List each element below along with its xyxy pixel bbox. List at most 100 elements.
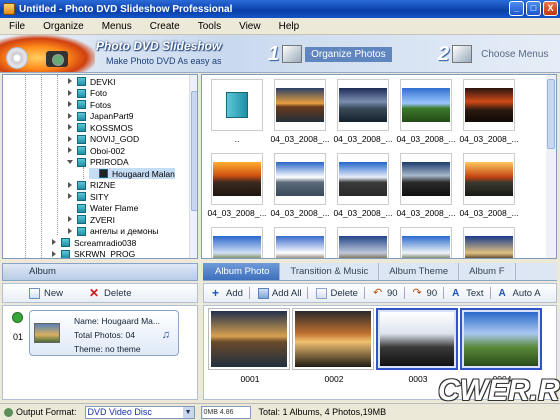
- expand-arrow-icon[interactable]: [51, 239, 58, 246]
- maximize-button[interactable]: □: [526, 1, 541, 16]
- delete-photo-button[interactable]: Delete: [316, 287, 358, 299]
- menu-menus[interactable]: Menus: [93, 21, 141, 32]
- rotate-left-button[interactable]: ↶ 90: [373, 287, 398, 299]
- expand-arrow-icon[interactable]: [67, 147, 74, 154]
- scroll-thumb[interactable]: [547, 79, 555, 149]
- album-toolbar: New ✕ Delete: [2, 283, 198, 303]
- expand-arrow-icon[interactable]: [67, 124, 74, 131]
- photo-thumbnail[interactable]: 04_03_2008_...: [206, 153, 268, 223]
- photo-thumbnail[interactable]: 04_03_2008_...: [395, 79, 457, 149]
- album-row[interactable]: 01 Name: Hougaard Ma... Total Photos: 04…: [3, 308, 197, 356]
- collapse-arrow-icon[interactable]: [67, 159, 74, 166]
- tree-node[interactable]: ангелы и демоны: [67, 226, 158, 237]
- photo-thumbnail[interactable]: [206, 227, 268, 258]
- album-card[interactable]: Name: Hougaard Ma... Total Photos: 04 Th…: [29, 310, 179, 356]
- album-thumbnail: [34, 323, 60, 343]
- expand-arrow-icon[interactable]: [67, 216, 74, 223]
- menu-help[interactable]: Help: [270, 21, 309, 32]
- tree-node[interactable]: SITY: [67, 191, 109, 202]
- auto-adjust-button[interactable]: A Auto A: [499, 288, 541, 299]
- folder-icon: [77, 88, 86, 98]
- photo-thumbnail[interactable]: 04_03_2008_...: [332, 153, 394, 223]
- photo-thumbnail[interactable]: [332, 227, 394, 258]
- photo-thumbnail[interactable]: [269, 227, 331, 258]
- expand-arrow-icon[interactable]: [67, 181, 74, 189]
- photo-thumbnail[interactable]: 04_03_2008_...: [269, 79, 331, 149]
- tree-node-label: ангелы и демоны: [90, 226, 159, 236]
- thumbnail-frame: [274, 153, 326, 205]
- expand-arrow-icon[interactable]: [67, 78, 74, 85]
- tab-album-more[interactable]: Album F: [459, 263, 516, 280]
- output-format-select[interactable]: DVD Video Disc ▼: [84, 405, 195, 419]
- tree-node-label: Fotos: [90, 99, 112, 110]
- menu-file[interactable]: File: [0, 21, 34, 32]
- tree-node-label: SITY: [90, 191, 109, 202]
- expand-arrow-icon[interactable]: [67, 112, 74, 120]
- tree-node[interactable]: JapanPart9: [67, 111, 133, 122]
- tab-album[interactable]: Album: [2, 263, 198, 281]
- tree-node[interactable]: Oboi-002: [67, 145, 125, 156]
- expand-arrow-icon[interactable]: [51, 250, 58, 258]
- photo-frame: [460, 308, 542, 370]
- camera-icon: [46, 51, 68, 67]
- tree-node[interactable]: Foto: [67, 88, 107, 99]
- tab-album-theme[interactable]: Album Theme: [379, 263, 460, 280]
- tree-node[interactable]: DEVKI: [67, 76, 116, 87]
- tree-node[interactable]: Hougaard Malan: [89, 168, 175, 179]
- tree-scrollbar[interactable]: [189, 75, 197, 258]
- expand-arrow-icon[interactable]: [67, 101, 74, 108]
- text-button[interactable]: A Text: [452, 288, 483, 299]
- expand-arrow-icon[interactable]: [67, 89, 74, 97]
- parent-folder-item[interactable]: ..: [206, 79, 268, 149]
- expand-arrow-icon[interactable]: [67, 135, 74, 143]
- folder-icon: [77, 215, 86, 224]
- tree-node[interactable]: Water Flame: [67, 203, 138, 214]
- play-icon[interactable]: [12, 312, 23, 323]
- grid-scrollbar[interactable]: [546, 75, 556, 258]
- tree-node[interactable]: ZVERI: [67, 214, 115, 225]
- add-all-label: Add All: [271, 287, 302, 299]
- menu-create[interactable]: Create: [141, 21, 189, 32]
- step-choose-menus[interactable]: 2 Choose Menus: [438, 38, 554, 70]
- delete-album-button[interactable]: ✕ Delete: [89, 287, 131, 299]
- new-album-button[interactable]: New: [29, 287, 64, 299]
- photo-thumbnail[interactable]: 04_03_2008_...: [458, 79, 520, 149]
- rotate-right-button[interactable]: ↷ 90: [413, 287, 438, 299]
- photo-thumbnail[interactable]: [458, 227, 520, 258]
- photo-thumbnail[interactable]: 04_03_2008_...: [458, 153, 520, 223]
- tree-node[interactable]: KOSSMOS: [67, 122, 133, 133]
- separator: [363, 287, 365, 299]
- text-label: Text: [466, 287, 484, 299]
- add-all-button[interactable]: Add All: [257, 287, 302, 299]
- tree-node[interactable]: PRIRODA: [67, 157, 129, 168]
- add-button[interactable]: + Add: [212, 287, 243, 299]
- auto-icon: A: [498, 287, 506, 299]
- menu-view[interactable]: View: [230, 21, 270, 32]
- add-all-icon: [257, 287, 269, 299]
- tree-node[interactable]: NOVIJ_GOD: [67, 134, 139, 145]
- photo-thumbnail[interactable]: 04_03_2008_...: [395, 153, 457, 223]
- menu-organize[interactable]: Organize: [34, 21, 93, 32]
- expand-arrow-icon[interactable]: [67, 193, 74, 200]
- photo-thumbnail[interactable]: 04_03_2008_...: [269, 153, 331, 223]
- menu-tools[interactable]: Tools: [189, 21, 230, 32]
- close-button[interactable]: X: [543, 1, 558, 16]
- new-label: New: [44, 287, 64, 299]
- tree-node[interactable]: Screamradio038: [51, 237, 136, 248]
- album-photo-item[interactable]: 0002: [292, 308, 376, 398]
- expand-arrow-icon[interactable]: [67, 227, 74, 235]
- tree-node-label: Hougaard Malan: [112, 168, 175, 179]
- photo-thumbnail[interactable]: 04_03_2008_...: [332, 79, 394, 149]
- tree-node[interactable]: SKRWN_PROG: [51, 249, 135, 258]
- photo-thumbnail[interactable]: [395, 227, 457, 258]
- step-organize-photos[interactable]: 1 Organize Photos: [268, 38, 392, 70]
- album-index: 01: [13, 332, 24, 342]
- tree-node[interactable]: RIZNE: [67, 180, 116, 191]
- album-photo-item[interactable]: 0001: [208, 308, 292, 398]
- tab-transition-music[interactable]: Transition & Music: [280, 263, 380, 280]
- chevron-down-icon[interactable]: ▼: [182, 406, 194, 418]
- minimize-button[interactable]: _: [509, 1, 524, 16]
- tab-album-photo[interactable]: Album Photo: [203, 263, 281, 280]
- tree-node[interactable]: Fotos: [67, 99, 111, 110]
- scroll-thumb[interactable]: [191, 91, 197, 211]
